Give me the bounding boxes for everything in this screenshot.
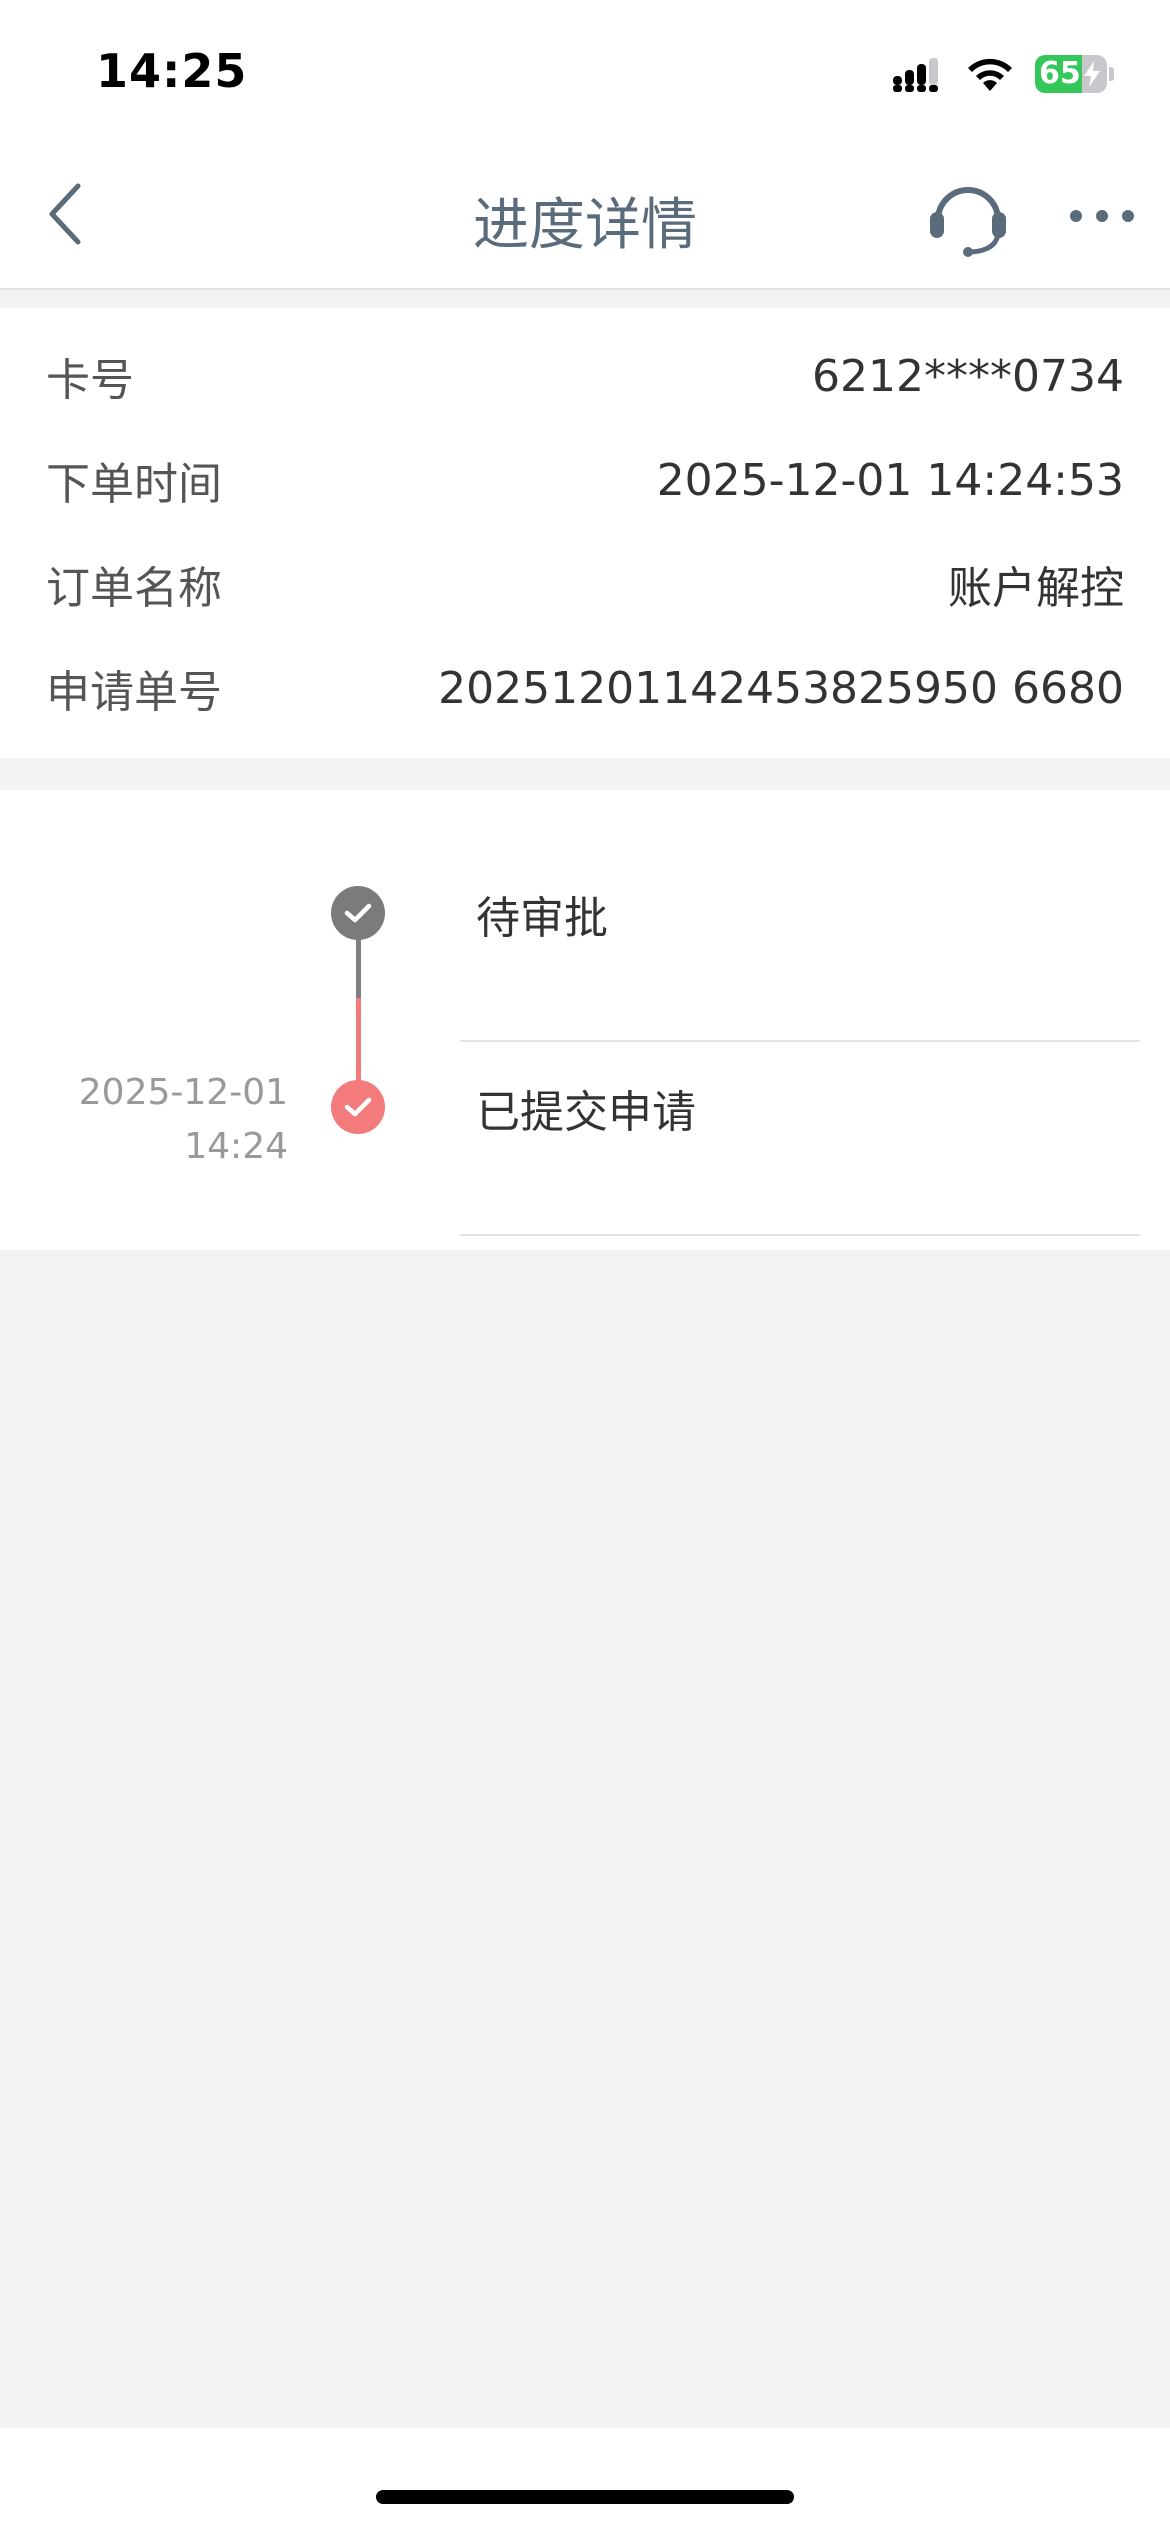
status-bar: 14:25 65 xyxy=(0,0,1170,140)
progress-detail-screen: 14:25 65 进度详情 卡号 6212****0734 下单时间 2025-… xyxy=(0,0,1170,2532)
timeline-divider xyxy=(460,1040,1140,1042)
timeline-dot-done xyxy=(331,1080,385,1134)
battery-cap xyxy=(1109,67,1114,81)
progress-timeline: 待审批 2025-12-01 14:24 已提交申请 xyxy=(0,790,1170,1250)
timeline-step-title: 待审批 xyxy=(476,893,608,944)
application-number-label: 申请单号 xyxy=(46,667,222,718)
timeline-step-date: 2025-12-01 xyxy=(78,1072,288,1113)
card-number-label: 卡号 xyxy=(46,355,134,406)
timeline-step-time: 14:24 xyxy=(184,1126,288,1167)
battery-indicator: 65 xyxy=(1035,55,1107,93)
check-icon xyxy=(344,1097,372,1117)
timeline-dot-pending xyxy=(331,886,385,940)
home-indicator[interactable] xyxy=(376,2490,794,2504)
more-button[interactable] xyxy=(1066,196,1138,236)
more-horizontal-icon xyxy=(1070,210,1134,222)
customer-service-button[interactable] xyxy=(926,174,1010,258)
order-name-value: 账户解控 xyxy=(948,563,1124,614)
timeline-step-title: 已提交申请 xyxy=(476,1087,696,1138)
card-number-row: 卡号 6212****0734 xyxy=(46,324,1124,428)
application-number-value: 20251201142453825950 6680 xyxy=(438,662,1124,714)
order-info-section: 卡号 6212****0734 下单时间 2025-12-01 14:24:53… xyxy=(0,308,1170,758)
section-divider xyxy=(0,758,1170,790)
empty-content-area xyxy=(0,1250,1170,2428)
order-time-value: 2025-12-01 14:24:53 xyxy=(656,454,1124,506)
wifi-icon xyxy=(968,58,1012,91)
timeline-divider xyxy=(460,1234,1140,1236)
check-icon xyxy=(344,903,372,923)
order-time-label: 下单时间 xyxy=(46,459,222,510)
order-name-label: 订单名称 xyxy=(46,563,222,614)
status-indicators: 65 xyxy=(893,52,1114,96)
order-time-row: 下单时间 2025-12-01 14:24:53 xyxy=(46,428,1124,532)
card-number-value: 6212****0734 xyxy=(812,350,1124,402)
order-name-row: 订单名称 账户解控 xyxy=(46,532,1124,636)
home-indicator-area xyxy=(0,2428,1170,2532)
timeline-step-timestamp: 2025-12-01 14:24 xyxy=(79,1066,288,1174)
section-divider xyxy=(0,290,1170,308)
charging-bolt-icon xyxy=(1084,61,1100,87)
headset-icon xyxy=(930,187,1006,257)
status-time: 14:25 xyxy=(96,44,248,98)
battery-level: 65 xyxy=(1039,56,1081,91)
application-number-row: 申请单号 20251201142453825950 6680 xyxy=(46,636,1124,740)
signal-icon xyxy=(893,58,938,92)
nav-bar: 进度详情 xyxy=(0,140,1170,290)
